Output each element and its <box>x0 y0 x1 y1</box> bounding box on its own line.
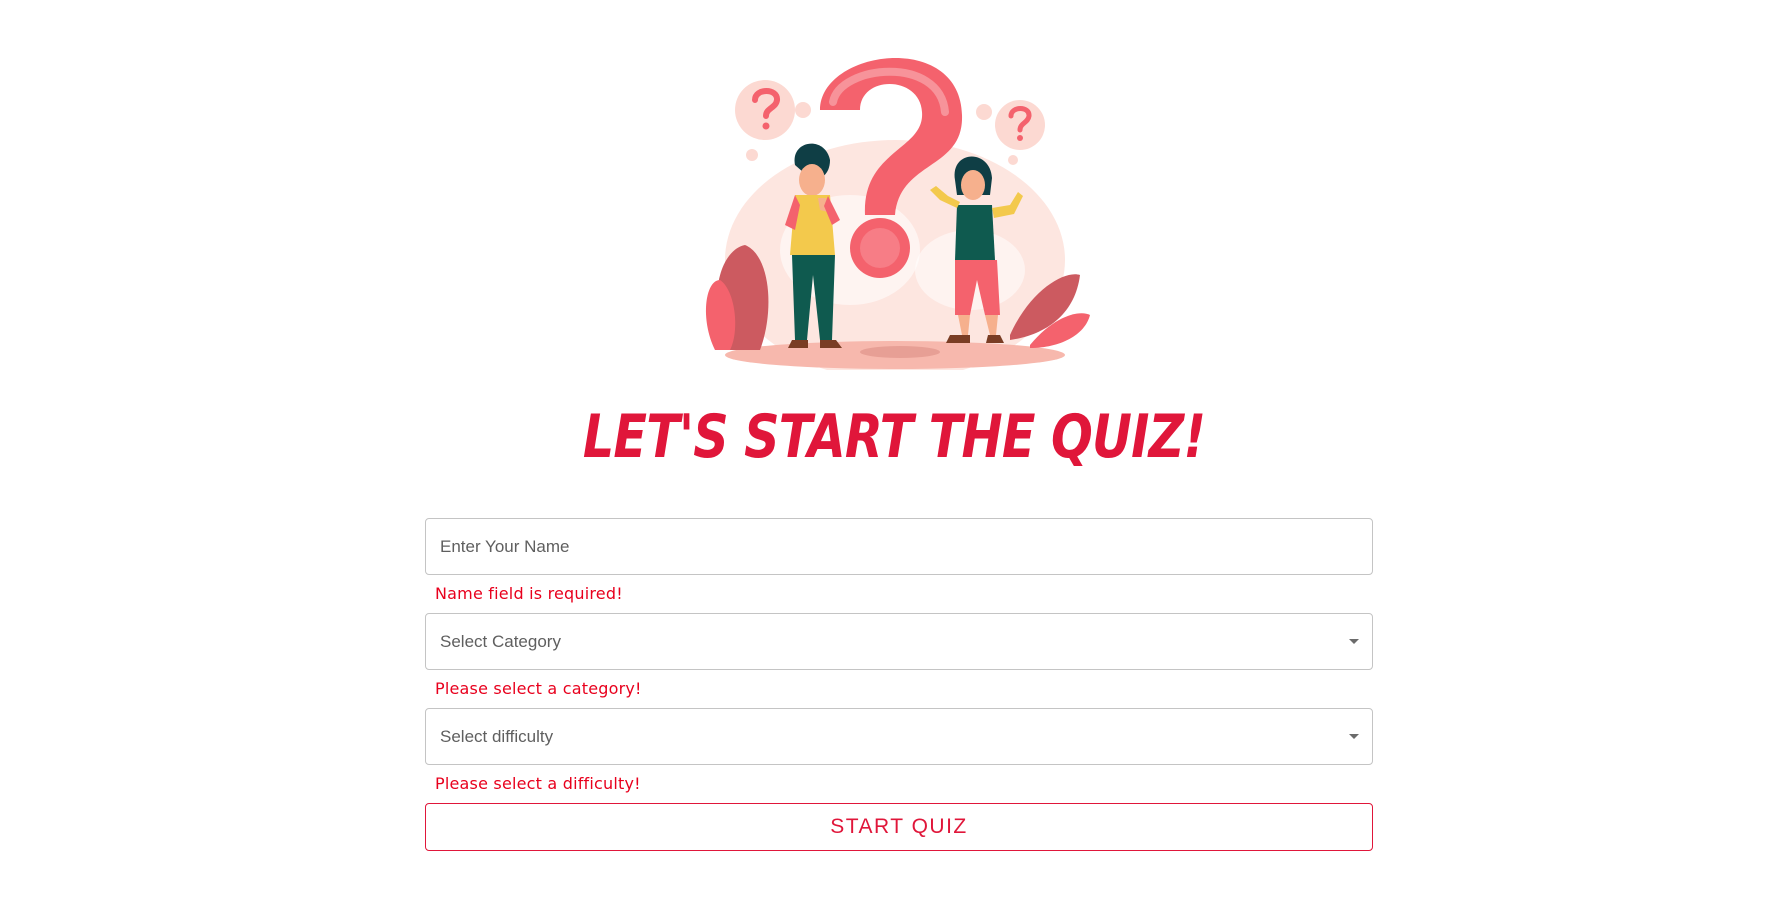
category-select-label: Select Category <box>440 632 561 651</box>
quiz-setup-form: Name field is required! Select Category … <box>425 518 1373 851</box>
right-question-bubble-icon <box>976 100 1045 165</box>
start-quiz-button[interactable]: START QUIZ <box>425 803 1373 851</box>
name-field[interactable] <box>425 518 1373 575</box>
name-error-message: Name field is required! <box>435 584 623 603</box>
name-input[interactable] <box>426 519 1372 574</box>
left-plant-icon <box>705 245 769 350</box>
difficulty-error-message: Please select a difficulty! <box>435 774 641 793</box>
quiz-start-page: LET'S START THE QUIZ! Name field is requ… <box>0 0 1788 923</box>
dropdown-arrow-icon <box>1349 639 1359 644</box>
ground-shadow-inner <box>860 346 940 358</box>
page-title: LET'S START THE QUIZ! <box>582 402 1206 472</box>
category-select[interactable]: Select Category <box>425 613 1373 670</box>
difficulty-select-label: Select difficulty <box>440 727 554 746</box>
dropdown-arrow-icon <box>1349 734 1359 739</box>
difficulty-select[interactable]: Select difficulty <box>425 708 1373 765</box>
quiz-illustration <box>705 57 1090 370</box>
category-error-message: Please select a category! <box>435 679 642 698</box>
